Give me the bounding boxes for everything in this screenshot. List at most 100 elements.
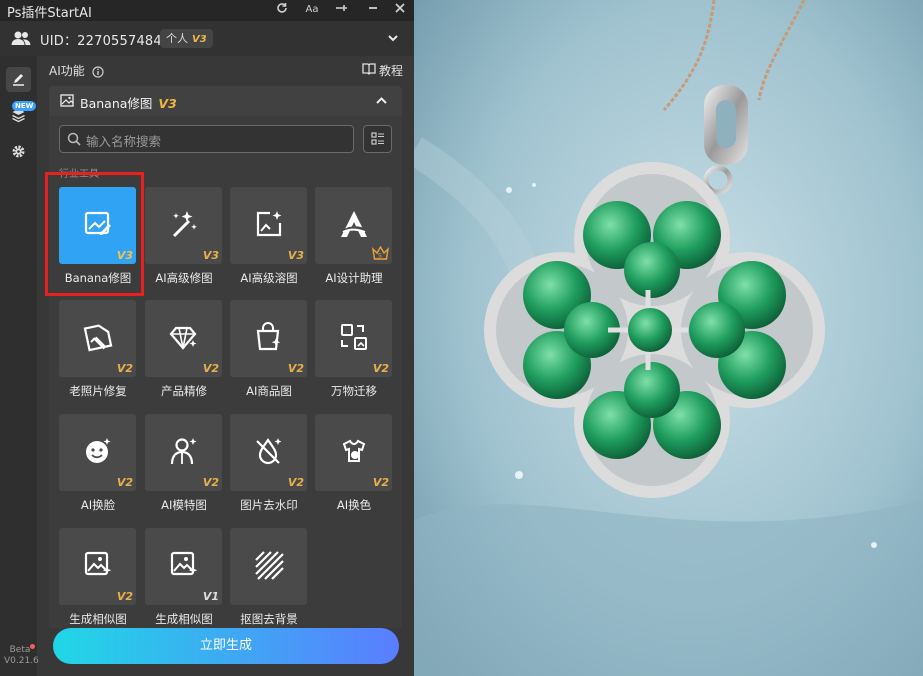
version-badge: V2 xyxy=(116,362,133,375)
svg-text:S: S xyxy=(378,253,382,260)
remove-watermark-icon xyxy=(256,438,282,465)
font-size-icon[interactable]: Aa xyxy=(303,4,321,15)
plan-badge: 个人 V3 xyxy=(160,29,213,48)
window-title: Ps插件StartAI xyxy=(7,6,92,21)
tool-tile-product-retouch[interactable]: V2 xyxy=(145,300,222,377)
tool-label: AI设计助理 xyxy=(325,271,383,285)
version-badge: V3 xyxy=(287,249,304,262)
minimize-icon[interactable] xyxy=(364,2,382,17)
accordion-label: Banana修图 xyxy=(80,96,153,111)
gear-icon xyxy=(12,145,25,158)
close-icon[interactable] xyxy=(391,2,409,17)
list-view-button[interactable] xyxy=(363,125,392,153)
crown-icon: S xyxy=(372,246,389,260)
palette-icon xyxy=(342,439,366,462)
similar-image-icon xyxy=(84,551,112,576)
tool-tile-ai-face-swap[interactable]: V2 xyxy=(59,414,136,491)
search-icon xyxy=(67,132,81,146)
clover-pendant-photo xyxy=(414,0,923,676)
accordion-header[interactable]: Banana修图 V3 xyxy=(49,86,402,116)
tool-label: AI换脸 xyxy=(80,498,116,512)
refresh-icon[interactable] xyxy=(273,2,291,17)
accordion-title: Banana修图 V3 xyxy=(80,93,177,112)
tool-label: 老照片修复 xyxy=(69,384,127,398)
version-badge: V2 xyxy=(116,590,133,603)
canvas-image xyxy=(414,0,923,676)
tool-label: 产品精修 xyxy=(161,384,207,398)
hatch-background-icon xyxy=(255,551,284,580)
tool-label: 抠图去背景 xyxy=(240,612,298,626)
title-bar: Ps插件StartAI Aa xyxy=(0,0,414,21)
tutorial-label: 教程 xyxy=(379,64,404,78)
account-bar[interactable]: UID：2270557484 个人 V3 xyxy=(0,21,414,56)
notification-dot xyxy=(30,644,35,649)
tool-label: 生成相似图 xyxy=(155,612,213,626)
sidebar-item-settings[interactable] xyxy=(6,139,31,164)
plan-version: V3 xyxy=(192,34,207,45)
tool-label: AI高级溶图 xyxy=(240,271,298,285)
tool-label: AI换色 xyxy=(336,498,372,512)
model-icon xyxy=(170,438,197,465)
new-badge: NEW xyxy=(12,101,37,111)
image-blend-icon xyxy=(256,211,282,237)
edit-icon xyxy=(13,74,24,86)
plan-label: 个人 xyxy=(166,32,188,45)
tool-tile-ai-advanced-edit[interactable]: V3 xyxy=(145,187,222,264)
version-badge: V2 xyxy=(372,362,389,375)
user-id: UID：2270557484 xyxy=(40,34,162,49)
version-badge: V1 xyxy=(202,590,219,603)
sidebar-item-ai-functions[interactable] xyxy=(6,67,31,92)
image-icon xyxy=(60,94,74,107)
section-title: AI功能 xyxy=(49,64,85,78)
face-icon xyxy=(86,438,111,463)
book-icon xyxy=(362,63,376,75)
diamond-icon xyxy=(169,326,197,350)
info-icon[interactable] xyxy=(92,63,104,82)
tool-tile-ai-recolor[interactable]: V2 xyxy=(315,414,392,491)
version-badge: V2 xyxy=(202,476,219,489)
chevron-up-icon[interactable] xyxy=(375,95,388,107)
search-box[interactable]: 输入名称搜索 xyxy=(59,125,354,153)
tool-tile-generate-similar[interactable]: V2 xyxy=(59,528,136,605)
tool-tile-ai-advanced-blend[interactable]: V3 xyxy=(230,187,307,264)
tool-tile-ai-product-image[interactable]: V2 xyxy=(230,300,307,377)
photo-repair-icon xyxy=(83,324,113,352)
tool-label: AI模特图 xyxy=(161,498,207,512)
version-info: Beta V0.21.6 xyxy=(4,644,39,667)
pin-icon[interactable] xyxy=(333,2,351,17)
tool-tile-old-photo-repair[interactable]: V2 xyxy=(59,300,136,377)
version-badge: V2 xyxy=(116,476,133,489)
chevron-down-icon[interactable] xyxy=(386,30,400,49)
version-badge: V2 xyxy=(287,476,304,489)
users-icon xyxy=(11,30,31,50)
shopping-bag-icon xyxy=(256,322,281,351)
tool-label: 生成相似图 xyxy=(69,612,127,626)
tool-tile-remove-watermark[interactable]: V2 xyxy=(230,414,307,491)
design-assistant-icon xyxy=(341,211,367,237)
tool-tile-remove-background[interactable] xyxy=(230,528,307,605)
selection-highlight xyxy=(45,172,144,296)
tool-label: 图片去水印 xyxy=(240,498,298,512)
transfer-icon xyxy=(341,324,367,350)
tool-tile-object-transfer[interactable]: V2 xyxy=(315,300,392,377)
plugin-panel: Ps插件StartAI Aa UID：2270557484 个人 V3 NEW … xyxy=(0,0,414,676)
version-badge: V3 xyxy=(202,249,219,262)
accordion-version: V3 xyxy=(158,96,177,111)
tool-tile-generate-similar-v1[interactable]: V1 xyxy=(145,528,222,605)
magic-wand-icon xyxy=(172,211,197,238)
sidebar xyxy=(0,56,37,676)
tutorial-link[interactable]: 教程 xyxy=(362,62,403,79)
version-badge: V2 xyxy=(202,362,219,375)
generate-button[interactable]: 立即生成 xyxy=(53,628,399,664)
version-badge: V2 xyxy=(287,362,304,375)
tool-label: AI商品图 xyxy=(246,384,292,398)
similar-image-icon xyxy=(170,551,198,576)
tool-tile-ai-model-image[interactable]: V2 xyxy=(145,414,222,491)
version-badge: V2 xyxy=(372,476,389,489)
search-input[interactable]: 输入名称搜索 xyxy=(86,131,161,150)
tool-label: AI高级修图 xyxy=(155,271,213,285)
tool-label: 万物迁移 xyxy=(331,384,377,398)
list-icon xyxy=(371,132,384,145)
tool-tile-ai-design-assistant[interactable]: S xyxy=(315,187,392,264)
version-label: V0.21.6 xyxy=(4,656,39,666)
